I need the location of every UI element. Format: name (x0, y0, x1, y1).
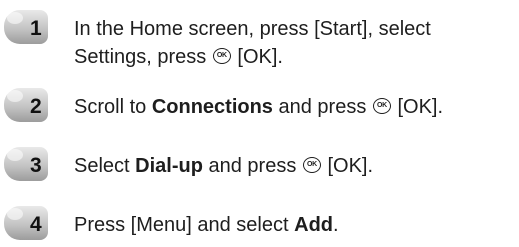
step-text-part: [OK]. (327, 155, 374, 177)
step-number: 3 (30, 154, 42, 177)
step-text-part: In the Home screen, press [Start], selec… (74, 18, 431, 40)
step-line-2: Settings, press [OK]. (74, 43, 519, 71)
menu-item-name: Dial-up (135, 155, 203, 177)
ok-key-icon (372, 98, 391, 114)
step-line-1: In the Home screen, press [Start], selec… (74, 15, 519, 43)
step-badge-icon: 4 (4, 206, 54, 242)
menu-item-name: Connections (151, 96, 273, 118)
step-badge-icon: 1 (4, 10, 54, 46)
step-text-part: Press [Menu] and select (74, 214, 289, 236)
step-text: Select Dial-up and press [OK]. (74, 152, 519, 180)
step-number: 1 (30, 17, 42, 40)
step-text-part: and press (278, 96, 367, 118)
step-text-part: Select (74, 155, 130, 177)
step-text-part: and press (208, 155, 297, 177)
step-text-part: . (333, 214, 339, 236)
step-text: Scroll to Connections and press [OK]. (74, 93, 519, 121)
step-text-part: [OK]. (237, 46, 283, 68)
step-text-part: Scroll to (74, 96, 147, 118)
menu-item-name: Add (294, 214, 334, 236)
step-text: In the Home screen, press [Start], selec… (74, 15, 519, 71)
step-number: 4 (30, 213, 42, 236)
step-number: 2 (30, 95, 42, 118)
ok-key-icon (302, 157, 321, 173)
step-text-part: Settings, press (74, 46, 207, 68)
step-text: Press [Menu] and select Add. (74, 211, 519, 239)
step-badge-icon: 3 (4, 147, 54, 183)
step-badge-icon: 2 (4, 88, 54, 124)
ok-key-icon (212, 48, 231, 64)
step-text-part: [OK]. (397, 96, 444, 118)
